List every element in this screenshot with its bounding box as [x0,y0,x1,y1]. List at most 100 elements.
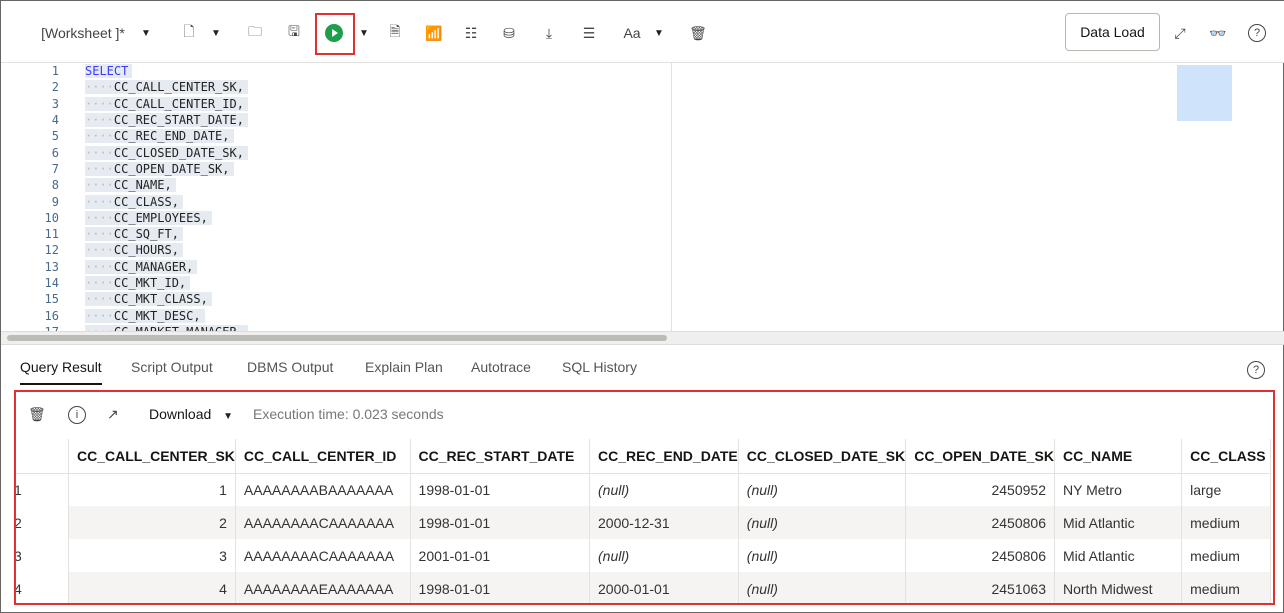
editor-line[interactable]: 13 ····CC_MANAGER, [1,259,671,275]
tab-script-output[interactable]: Script Output [131,359,213,375]
download-icon[interactable]: ⤓ [539,19,559,47]
column-header[interactable]: CC_CALL_CENTER_ID [235,439,411,474]
table-cell[interactable]: 2451063 [905,572,1055,603]
table-cell[interactable]: large [1181,473,1271,506]
editor-line[interactable]: 17····CC_MARKET_MANAGER, [1,324,671,331]
table-cell[interactable]: 1 [68,473,236,506]
table-cell[interactable]: 2450806 [905,506,1055,539]
table-cell[interactable]: AAAAAAAAEAAAAAAA [235,572,411,603]
save-icon[interactable]: 🖫 [284,19,304,47]
table-cell[interactable]: 4 [68,572,236,603]
database-icon[interactable]: ⛁ [499,19,519,47]
editor-line[interactable]: 9 ····CC_CLASS, [1,193,671,209]
table-cell[interactable]: (null) [738,473,907,506]
editor-line[interactable]: 11 ····CC_SQ_FT, [1,226,671,242]
table-row[interactable]: 2 2 AAAAAAAACAAAAAAA 1998-01-01 2000-12-31 (n… [16,506,1271,539]
new-worksheet-icon[interactable]: 🗋 [179,19,199,47]
run-statement-button[interactable] [323,19,345,47]
editor-line[interactable]: 5 ····CC_REC_END_DATE, [1,128,671,144]
table-cell[interactable]: (null) [589,473,739,506]
run-dropdown-caret[interactable]: ▼ [357,19,371,47]
table-row[interactable]: 3 3 AAAAAAAACAAAAAAA 2001-01-01 (null) (null)… [16,539,1271,572]
table-cell[interactable]: medium [1181,539,1271,572]
worksheet-dropdown-caret[interactable]: ▼ [139,19,153,47]
column-header[interactable]: CC_REC_START_DATE [410,439,591,474]
worksheet-selector[interactable]: [Worksheet ]* [37,19,129,47]
editor-line[interactable]: 4 ····CC_REC_START_DATE, [1,112,671,128]
editor-line[interactable]: 14 ····CC_MKT_ID, [1,275,671,291]
table-cell[interactable]: 1998-01-01 [410,572,591,603]
splitter[interactable] [1,331,1284,345]
column-header[interactable]: CC_CALL_CENTER_SK [68,439,236,474]
table-cell[interactable]: 2000-12-31 [589,506,739,539]
autotrace-icon[interactable]: ☷ [461,19,481,47]
download-button[interactable]: Download ▼ [149,406,233,422]
expand-icon[interactable]: ⤢ [1169,19,1191,47]
editor-line[interactable]: 16 ····CC_MKT_DESC, [1,307,671,323]
binoculars-icon[interactable]: 👓 [1207,19,1229,47]
editor-line[interactable]: 15 ····CC_MKT_CLASS, [1,291,671,307]
info-icon[interactable]: i [68,406,86,424]
table-cell[interactable]: 2450952 [905,473,1055,506]
table-cell[interactable]: 1998-01-01 [410,473,591,506]
format-icon[interactable]: ☰ [579,19,599,47]
table-cell[interactable]: NY Metro [1054,473,1183,506]
results-help-icon[interactable]: ? [1247,361,1265,379]
font-dropdown-caret[interactable]: ▼ [652,19,666,47]
editor-line[interactable]: 7 ····CC_OPEN_DATE_SK, [1,161,671,177]
table-cell[interactable]: 2001-01-01 [410,539,591,572]
clear-results-icon[interactable]: 🗑 [28,406,46,423]
sql-editor[interactable]: 1 SELECT 2 ····CC_CALL_CENTER_SK, 3 ····CC_CA… [1,63,671,331]
tab-sql-history[interactable]: SQL History [562,359,637,375]
table-cell[interactable]: AAAAAAAACAAAAAAA [235,539,411,572]
tab-dbms-output[interactable]: DBMS Output [247,359,333,375]
row-number[interactable]: 2 [16,506,69,539]
column-header[interactable]: CC_REC_END_DATE [589,439,739,474]
minimap[interactable] [1177,65,1232,121]
editor-line[interactable]: 1 SELECT [1,63,671,79]
trash-icon[interactable]: 🗑 [688,19,708,47]
table-cell[interactable]: AAAAAAAACAAAAAAA [235,506,411,539]
open-external-icon[interactable]: ↗ [107,406,119,423]
table-row[interactable]: 1 1 AAAAAAAABAAAAAAA 1998-01-01 (null) (null)… [16,473,1271,506]
help-icon[interactable]: ? [1248,24,1266,42]
editor-line[interactable]: 12 ····CC_HOURS, [1,242,671,258]
table-cell[interactable]: AAAAAAAABAAAAAAA [235,473,411,506]
tab-query-result[interactable]: Query Result [20,359,102,385]
open-folder-icon[interactable]: 🗀 [245,19,265,47]
table-cell[interactable]: Mid Atlantic [1054,506,1183,539]
column-header[interactable]: CC_NAME [1054,439,1183,474]
table-cell[interactable]: (null) [738,539,907,572]
table-cell[interactable]: 2000-01-01 [589,572,739,603]
table-cell[interactable]: (null) [589,539,739,572]
table-cell[interactable]: North Midwest [1054,572,1183,603]
row-number[interactable]: 3 [16,539,69,572]
table-cell[interactable]: 1998-01-01 [410,506,591,539]
column-header[interactable]: CC_CLASS [1181,439,1271,474]
table-cell[interactable]: (null) [738,572,907,603]
table-cell[interactable]: 2 [68,506,236,539]
editor-horizontal-scrollbar[interactable] [7,335,667,341]
editor-line[interactable]: 3 ····CC_CALL_CENTER_ID, [1,96,671,112]
new-dropdown-caret[interactable]: ▼ [209,19,223,47]
row-number[interactable]: 4 [16,572,69,603]
font-button[interactable]: Aa [621,19,643,47]
table-row[interactable]: 4 4 AAAAAAAAEAAAAAAA 1998-01-01 2000-01-01 (n… [16,572,1271,603]
editor-line[interactable]: 6 ····CC_CLOSED_DATE_SK, [1,144,671,160]
editor-line[interactable]: 2 ····CC_CALL_CENTER_SK, [1,79,671,95]
table-cell[interactable]: medium [1181,506,1271,539]
table-cell[interactable]: Mid Atlantic [1054,539,1183,572]
tab-explain-plan[interactable]: Explain Plan [365,359,443,375]
table-cell[interactable]: 2450806 [905,539,1055,572]
explain-plan-icon[interactable]: 📶 [423,19,445,47]
run-script-icon[interactable]: 🗎 [385,19,405,47]
table-cell[interactable]: 3 [68,539,236,572]
editor-line[interactable]: 10 ····CC_EMPLOYEES, [1,210,671,226]
data-load-button[interactable]: Data Load [1065,13,1160,51]
editor-line[interactable]: 8 ····CC_NAME, [1,177,671,193]
tab-autotrace[interactable]: Autotrace [471,359,531,375]
table-cell[interactable]: medium [1181,572,1271,603]
row-number[interactable]: 1 [16,473,69,506]
table-cell[interactable]: (null) [738,506,907,539]
column-header[interactable]: CC_CLOSED_DATE_SK [738,439,907,474]
